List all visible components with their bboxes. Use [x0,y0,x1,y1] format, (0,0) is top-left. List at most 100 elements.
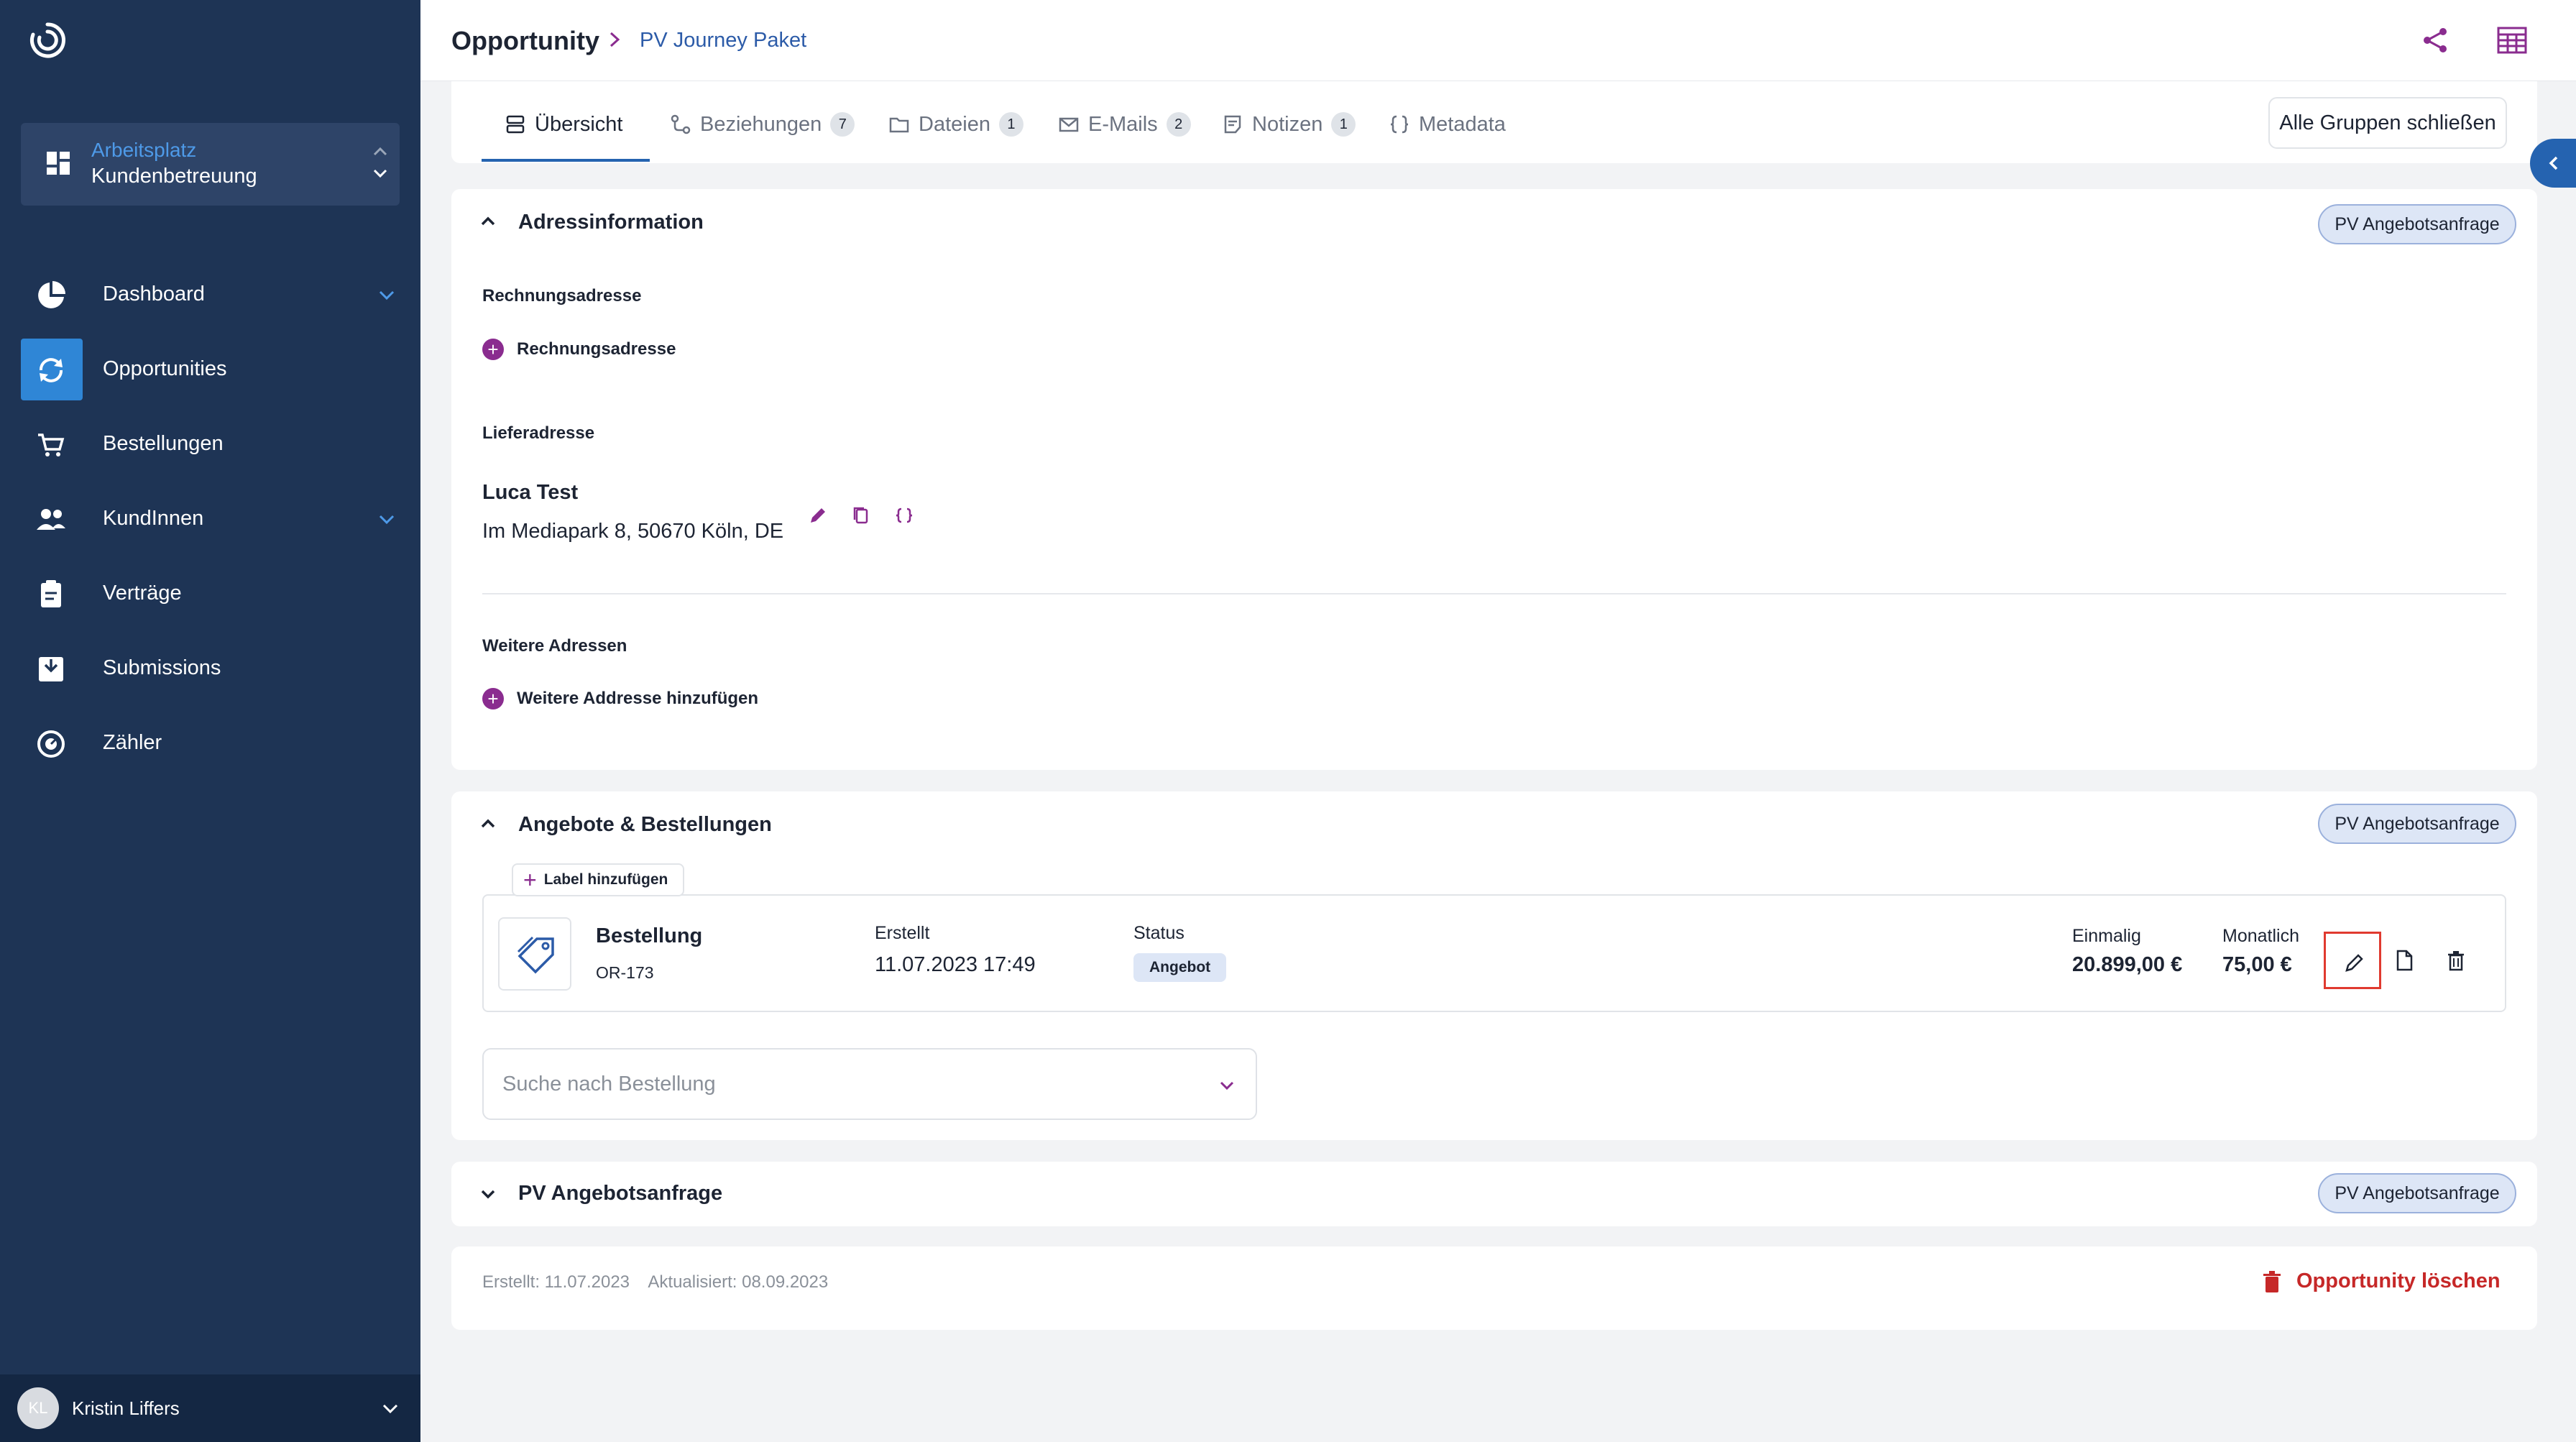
order-search-select[interactable]: Suche nach Bestellung [482,1048,1257,1120]
status-badge: Angebot [1133,953,1227,982]
delete-label: Opportunity löschen [2296,1269,2501,1292]
count-badge: 7 [830,112,855,137]
edit-order-button[interactable] [2324,932,2381,989]
tab-metadata[interactable]: Metadata [1389,110,1506,139]
delivery-address-label: Lieferadresse [482,423,595,443]
further-addresses-label: Weitere Adressen [482,636,627,656]
meter-icon [37,730,65,758]
address-actions [806,504,916,527]
pencil-icon[interactable] [806,504,829,527]
order-row[interactable]: Bestellung OR-173 Erstellt 11.07.2023 17… [482,894,2506,1012]
users-icon [37,509,65,530]
pv-section: PV Angebotsanfrage PV Angebotsanfrage [451,1162,2537,1226]
group-tag: PV Angebotsanfrage [2318,204,2516,244]
tab-notizen[interactable]: Notizen 1 [1222,110,1356,139]
section-title[interactable]: Adressinformation [518,211,704,234]
plus-circle-icon: + [482,339,504,360]
created-value: 11.07.2023 17:49 [875,953,1036,976]
sidebar: Arbeitsplatz Kundenbetreuung Dashboard O… [0,0,420,1442]
sidebar-item-zaehler[interactable]: Zähler [21,712,400,774]
active-tab-indicator [482,159,650,162]
user-menu[interactable]: KL Kristin Liffers [0,1374,420,1442]
user-name: Kristin Liffers [72,1397,180,1419]
delivery-address: Im Mediapark 8, 50670 Köln, DE [482,520,784,543]
chevron-up-icon[interactable] [478,814,498,834]
pencil-icon [2345,954,2363,972]
tab-label: Beziehungen [700,112,822,136]
tab-label: Metadata [1419,112,1506,136]
cart-icon [38,433,65,456]
tab-label: Notizen [1252,112,1323,136]
share-icon[interactable] [2421,26,2450,55]
delete-opportunity-button[interactable]: Opportunity löschen [2262,1269,2501,1293]
add-further-address-button[interactable]: + Weitere Addresse hinzufügen [482,688,758,709]
clipboard-icon [41,580,61,607]
tab-label: Dateien [919,112,990,136]
section-title[interactable]: Angebote & Bestellungen [518,813,772,837]
sidebar-item-submissions[interactable]: Submissions [21,638,400,699]
braces-icon [1390,115,1409,134]
tab-uebersicht[interactable]: Übersicht [505,110,623,139]
view-document-button[interactable] [2375,932,2433,989]
section-title[interactable]: PV Angebotsanfrage [518,1182,722,1206]
workspace-switcher[interactable]: Arbeitsplatz Kundenbetreuung [21,123,400,206]
billing-address-label: Rechnungsadresse [482,286,642,306]
delivery-name: Luca Test [482,481,579,504]
plus-circle-icon: + [482,688,504,709]
tabs-bar: Übersicht Beziehungen 7 Dateien 1 E-Mail… [451,81,2537,163]
dashboard-grid-icon [47,152,70,175]
chevron-up-down-icon [373,147,387,178]
search-placeholder: Suche nach Bestellung [502,1073,716,1096]
app-logo-icon[interactable] [27,20,68,60]
orders-section: Angebote & Bestellungen PV Angebotsanfra… [451,791,2537,1140]
plus-icon: + [523,866,537,893]
sidebar-item-label: Bestellungen [103,432,224,455]
tab-emails[interactable]: E-Mails 2 [1058,110,1191,139]
sidebar-item-opportunities[interactable]: Opportunities [21,339,400,400]
meta-footer: Erstellt: 11.07.2023 Aktualisiert: 08.09… [451,1246,2537,1330]
breadcrumb-current[interactable]: PV Journey Paket [640,29,806,52]
chevron-down-icon[interactable] [377,510,396,528]
layout-grid-icon[interactable] [2496,26,2528,55]
inbox-icon [39,657,63,681]
sidebar-item-bestellungen[interactable]: Bestellungen [21,413,400,475]
breadcrumb-root[interactable]: Opportunity [451,26,599,56]
delete-order-button[interactable] [2427,932,2485,989]
once-value: 20.899,00 € [2072,953,2183,976]
workspace-subtitle: Kundenbetreuung [91,165,257,188]
workspace-title: Arbeitsplatz [91,139,197,161]
refresh-icon [40,358,63,382]
count-badge: 1 [1331,112,1356,137]
chevron-down-icon[interactable] [377,285,396,304]
sidebar-item-dashboard[interactable]: Dashboard [21,264,400,326]
tab-dateien[interactable]: Dateien 1 [888,110,1024,139]
copy-icon[interactable] [850,504,873,527]
close-all-groups-button[interactable]: Alle Gruppen schließen [2268,97,2507,149]
panel-toggle-button[interactable] [2530,139,2576,188]
price-tag-icon [517,936,554,974]
relations-icon [671,114,691,134]
folder-icon [889,117,909,133]
chevron-down-icon[interactable] [478,1184,498,1204]
address-section: Adressinformation PV Angebotsanfrage Rec… [451,189,2537,770]
trash-icon [2263,1270,2281,1292]
header-bar: Opportunity PV Journey Paket [420,0,2576,81]
tab-label: E-Mails [1088,112,1158,136]
add-billing-address-button[interactable]: + Rechnungsadresse [482,339,676,360]
group-tag: PV Angebotsanfrage [2318,804,2516,844]
braces-icon[interactable] [893,504,916,527]
add-label-text: Label hinzufügen [543,871,668,888]
once-label: Einmalig [2072,926,2141,946]
sidebar-item-kundinnen[interactable]: KundInnen [21,488,400,550]
chevron-down-icon [382,1404,398,1414]
chevron-left-icon [2549,156,2558,170]
note-icon [1224,115,1241,134]
group-tag: PV Angebotsanfrage [2318,1173,2516,1213]
tab-beziehungen[interactable]: Beziehungen 7 [670,110,855,139]
add-label-button[interactable]: + Label hinzufügen [512,863,684,896]
chevron-up-icon[interactable] [478,211,498,231]
sidebar-item-vertraege[interactable]: Verträge [21,563,400,625]
created-label: Erstellt [875,923,930,943]
monthly-label: Monatlich [2222,926,2299,946]
sidebar-item-label: Zähler [103,731,162,754]
